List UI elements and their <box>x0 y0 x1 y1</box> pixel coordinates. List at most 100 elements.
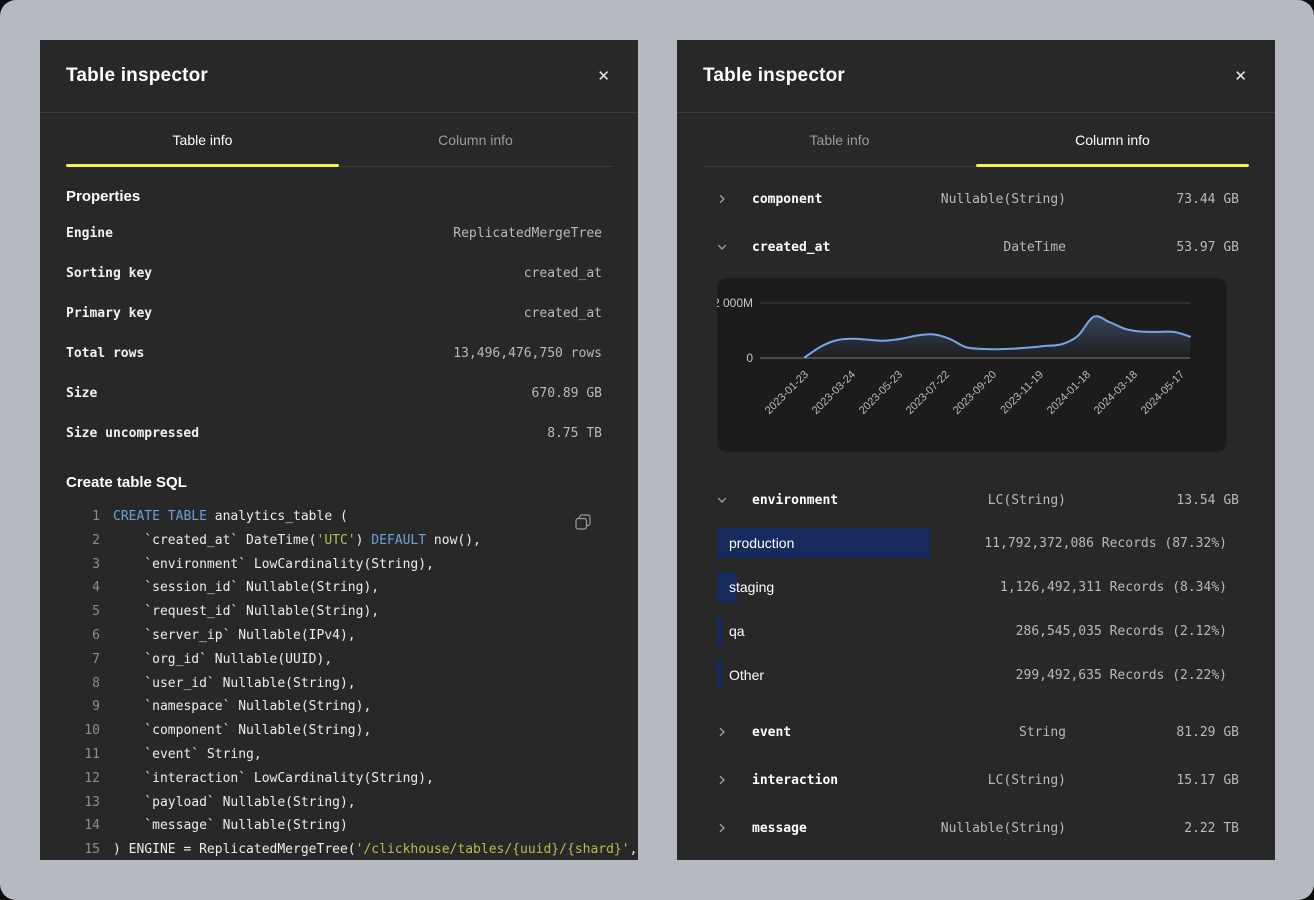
value-label: Other <box>729 667 764 683</box>
property-label: Engine <box>66 226 113 241</box>
sql-code-line: 9 `namespace` Nullable(String), <box>66 695 602 719</box>
sql-code-text: `event` String, <box>113 743 262 767</box>
sql-code-line: 5 `request_id` Nullable(String), <box>66 600 602 624</box>
svg-text:2024-01-18: 2024-01-18 <box>1045 369 1093 417</box>
dialog-header: Table inspector ✕ <box>40 40 638 113</box>
environment-value-row: qa 286,545,035 Records (2.12%) <box>717 616 1227 646</box>
column-size: 2.22 TB <box>1066 821 1239 836</box>
chevron-right-icon[interactable] <box>717 823 752 833</box>
copy-icon[interactable] <box>572 511 594 536</box>
properties-rows: Engine ReplicatedMergeTree Sorting key crea… <box>66 213 602 453</box>
sql-code-text: `environment` LowCardinality(String), <box>113 553 434 577</box>
value-frequency-bar <box>717 616 722 646</box>
tab-table-info[interactable]: Table info <box>703 113 976 167</box>
sql-code-line: 14 `message` Nullable(String) <box>66 814 602 838</box>
property-value: ReplicatedMergeTree <box>453 226 602 241</box>
close-icon[interactable]: ✕ <box>1230 65 1251 88</box>
column-row-environment[interactable]: environmentLC(String)13.54 GB <box>677 476 1275 524</box>
column-type: Nullable(String) <box>886 821 1066 836</box>
sql-code-text: `interaction` LowCardinality(String), <box>113 767 434 791</box>
sql-code-line: 4 `session_id` Nullable(String), <box>66 576 602 600</box>
close-icon[interactable]: ✕ <box>593 65 614 88</box>
svg-text:2 000M: 2 000M <box>717 296 753 310</box>
line-number: 10 <box>66 719 100 743</box>
created-at-histogram-svg: 2 000M02023-01-232023-03-242023-05-23202… <box>717 278 1227 452</box>
property-value: created_at <box>524 266 602 281</box>
svg-text:2023-03-24: 2023-03-24 <box>810 369 858 417</box>
column-row-component[interactable]: componentNullable(String)73.44 GB <box>677 175 1275 223</box>
property-value: created_at <box>524 306 602 321</box>
chevron-right-icon[interactable] <box>717 194 752 204</box>
line-number: 12 <box>66 767 100 791</box>
sql-code-line: 10 `component` Nullable(String), <box>66 719 602 743</box>
sql-code-text: `org_id` Nullable(UUID), <box>113 648 332 672</box>
line-number: 4 <box>66 576 100 600</box>
column-type: Nullable(String) <box>886 192 1066 207</box>
line-number: 2 <box>66 529 100 553</box>
property-row: Size uncompressed 8.75 TB <box>66 413 602 453</box>
property-value: 670.89 GB <box>532 386 602 401</box>
column-type: DateTime <box>886 240 1066 255</box>
column-name: component <box>752 192 886 207</box>
value-record-count: 11,792,372,086 Records (87.32%) <box>984 536 1227 551</box>
property-row: Total rows 13,496,476,750 rows <box>66 333 602 373</box>
sql-code-text: `message` Nullable(String) <box>113 814 348 838</box>
sql-code-block: 1CREATE TABLE analytics_table (2 `create… <box>66 505 602 860</box>
column-size: 81.29 GB <box>1066 725 1239 740</box>
tab-bar: Table info Column info <box>703 113 1249 167</box>
sql-code-text: `server_ip` Nullable(IPv4), <box>113 624 356 648</box>
line-number: 5 <box>66 600 100 624</box>
sql-code-text: `session_id` Nullable(String), <box>113 576 379 600</box>
table-inspector-dialog-table-info: Table inspector ✕ Table info Column info… <box>40 40 638 860</box>
column-row-message[interactable]: messageNullable(String)2.22 TB <box>677 804 1275 852</box>
chevron-right-icon[interactable] <box>717 775 752 785</box>
sql-code-text: `user_id` Nullable(String), <box>113 672 356 696</box>
line-number: 9 <box>66 695 100 719</box>
svg-text:2023-11-19: 2023-11-19 <box>998 369 1046 417</box>
sql-code-text: `request_id` Nullable(String), <box>113 600 379 624</box>
dialog-header: Table inspector ✕ <box>677 40 1275 113</box>
value-label: staging <box>729 579 774 595</box>
sql-code-line: 13 `payload` Nullable(String), <box>66 791 602 815</box>
value-record-count: 299,492,635 Records (2.22%) <box>1016 668 1227 683</box>
table-info-content: Properties Engine ReplicatedMergeTree Sort… <box>40 185 638 860</box>
tab-table-info[interactable]: Table info <box>66 113 339 167</box>
tab-bar: Table info Column info <box>66 113 612 167</box>
column-name: interaction <box>752 773 886 788</box>
value-label: qa <box>729 623 745 639</box>
properties-heading: Properties <box>66 185 602 209</box>
svg-text:2023-01-23: 2023-01-23 <box>763 369 811 417</box>
line-number: 11 <box>66 743 100 767</box>
sql-code-line: 11 `event` String, <box>66 743 602 767</box>
line-number: 7 <box>66 648 100 672</box>
tab-column-info[interactable]: Column info <box>976 113 1249 167</box>
property-label: Total rows <box>66 346 144 361</box>
property-value: 13,496,476,750 rows <box>453 346 602 361</box>
environment-value-row: Other 299,492,635 Records (2.22%) <box>717 660 1227 690</box>
sql-code-lines: 1CREATE TABLE analytics_table (2 `create… <box>66 505 602 860</box>
dialog-title: Table inspector <box>66 65 208 87</box>
sql-code-text: `created_at` DateTime('UTC') DEFAULT now… <box>113 529 481 553</box>
column-row-created_at[interactable]: created_atDateTime53.97 GB <box>677 223 1275 271</box>
value-record-count: 286,545,035 Records (2.12%) <box>1016 624 1227 639</box>
chevron-down-icon[interactable] <box>717 495 752 505</box>
sql-code-text: `payload` Nullable(String), <box>113 791 356 815</box>
svg-text:2023-09-20: 2023-09-20 <box>951 369 999 417</box>
chevron-down-icon[interactable] <box>717 242 752 252</box>
chevron-right-icon[interactable] <box>717 727 752 737</box>
sql-code-line: 12 `interaction` LowCardinality(String), <box>66 767 602 791</box>
property-label: Size uncompressed <box>66 426 199 441</box>
column-list: componentNullable(String)73.44 GBcreated… <box>677 175 1275 852</box>
column-name: created_at <box>752 240 886 255</box>
column-type: String <box>886 725 1066 740</box>
tab-column-info[interactable]: Column info <box>339 113 612 167</box>
sql-code-text: `component` Nullable(String), <box>113 719 371 743</box>
value-label: production <box>729 535 794 551</box>
column-row-interaction[interactable]: interactionLC(String)15.17 GB <box>677 756 1275 804</box>
property-label: Sorting key <box>66 266 152 281</box>
column-size: 15.17 GB <box>1066 773 1239 788</box>
property-value: 8.75 TB <box>547 426 602 441</box>
svg-text:2023-05-23: 2023-05-23 <box>857 369 905 417</box>
column-row-event[interactable]: eventString81.29 GB <box>677 708 1275 756</box>
sql-code-line: 1CREATE TABLE analytics_table ( <box>66 505 602 529</box>
